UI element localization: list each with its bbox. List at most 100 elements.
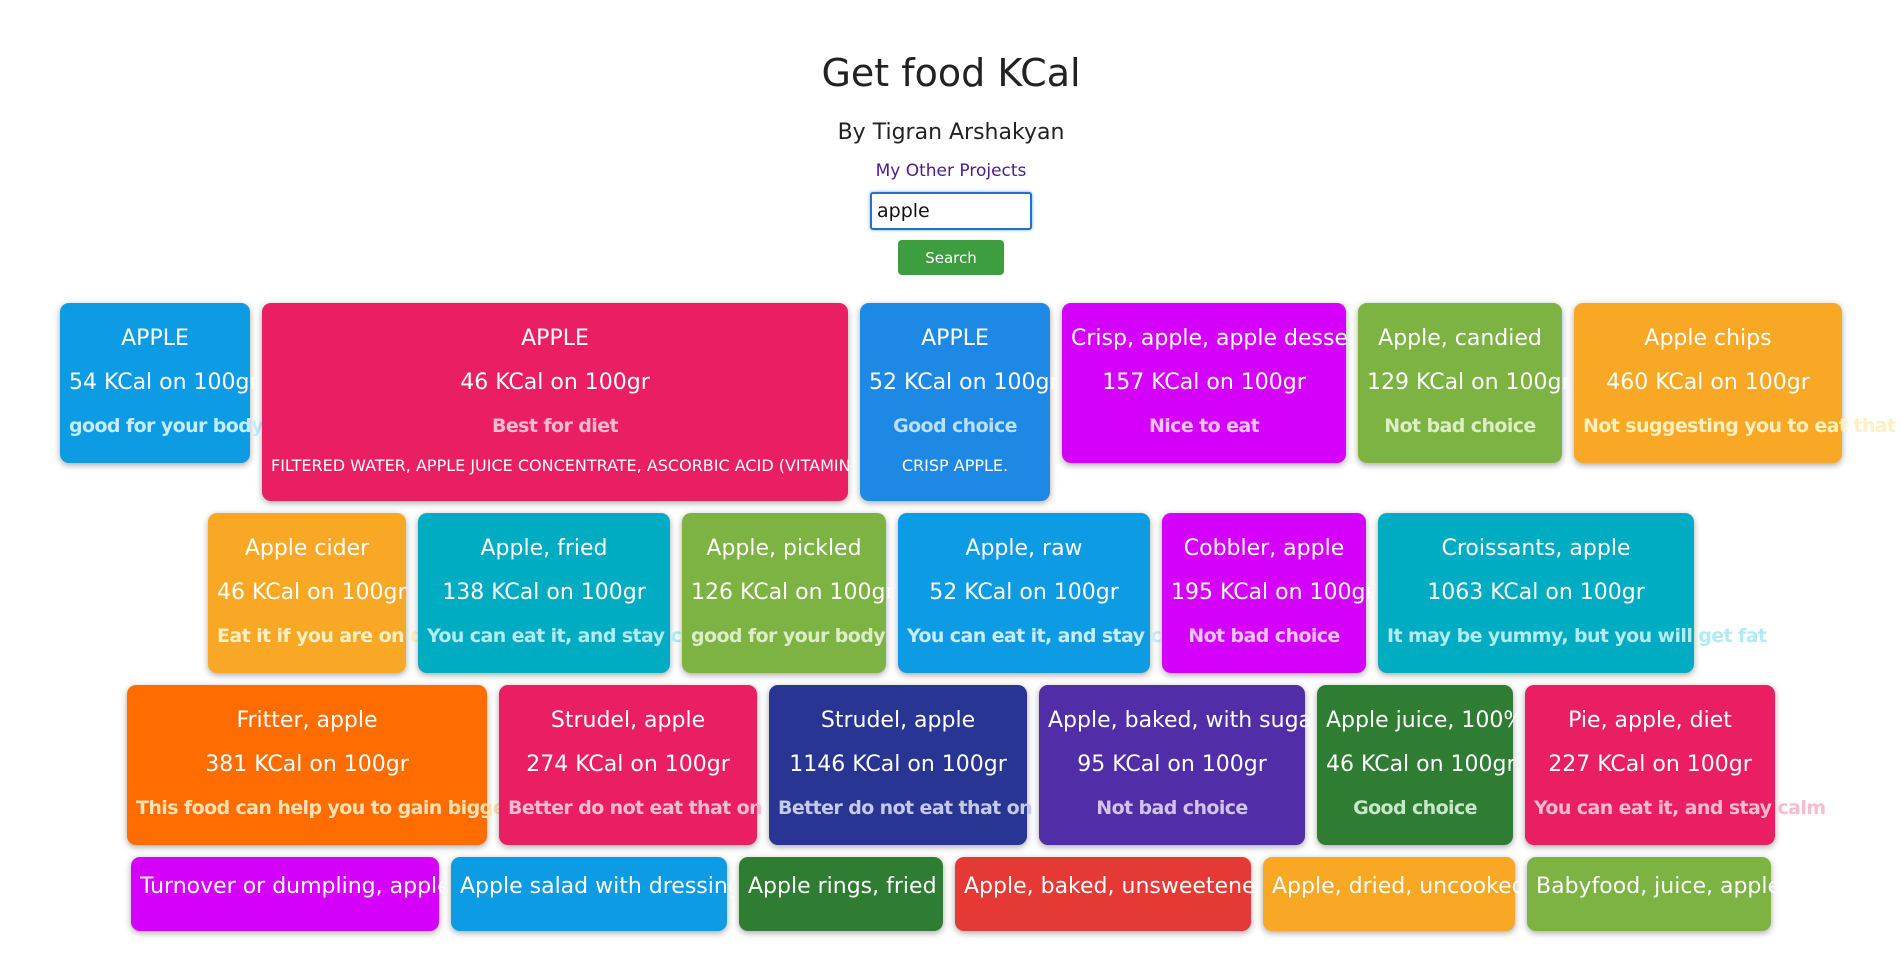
food-kcal: 46 KCal on 100gr [217,580,407,605]
food-kcal: 126 KCal on 100gr [691,580,895,605]
food-name: Turnover or dumpling, apple [140,874,451,899]
food-card[interactable]: Apple chips 460 KCal on 100gr Not suggesti… [1574,303,1896,463]
food-kcal: 381 KCal on 100gr [205,752,409,777]
food-kcal: 46 KCal on 100gr [1326,752,1516,777]
search-wrap [0,192,1902,230]
food-advice: Not bad choice [1384,415,1536,437]
food-card[interactable]: Apple, pickled 126 KCal on 100gr good for … [682,513,895,673]
results-row: Turnover or dumpling, apple Apple salad w… [0,857,1902,931]
food-name: Apple, pickled [706,536,862,561]
food-ingredients: CRISP APPLE. [901,456,1009,475]
food-kcal: 227 KCal on 100gr [1548,752,1752,777]
food-advice: It may be yummy, but you will get fat [1387,625,1767,647]
food-name: Fritter, apple [236,708,378,733]
food-name: APPLE [121,326,189,351]
food-card[interactable]: Croissants, apple 1063 KCal on 100gr It ma… [1378,513,1767,673]
food-name: Apple, dried, uncooked [1272,874,1526,899]
food-card[interactable]: APPLE 52 KCal on 100gr Good choice CRISP AP… [860,303,1059,501]
food-kcal: 52 KCal on 100gr [929,580,1119,605]
page: { "header": { "title": "Get food KCal", … [0,0,1902,956]
food-advice: Better do not eat that on diet [508,797,808,819]
food-name: Babyfood, juice, apple [1536,874,1782,899]
food-kcal: 274 KCal on 100gr [526,752,730,777]
food-name: Apple rings, fried [748,874,937,899]
food-card[interactable]: APPLE 54 KCal on 100gr good for your body [60,303,264,463]
results-row: APPLE 54 KCal on 100gr good for your body A… [0,303,1902,501]
food-name: Croissants, apple [1441,536,1631,561]
food-kcal: 157 KCal on 100gr [1102,370,1306,395]
header: Get food KCal By Tigran Arshakyan My Oth… [0,0,1902,275]
food-kcal: 1063 KCal on 100gr [1427,580,1645,605]
results-grid: APPLE 54 KCal on 100gr good for your body A… [0,303,1902,943]
food-card[interactable]: Fritter, apple 381 KCal on 100gr This food… [127,685,569,845]
food-name: Apple, fried [480,536,608,561]
search-input[interactable] [870,192,1032,230]
food-kcal: 54 KCal on 100gr [69,370,259,395]
food-advice: You can eat it, and stay calm [907,625,1199,647]
food-card[interactable]: APPLE 46 KCal on 100gr Best for diet FILTER… [262,303,879,501]
food-card[interactable]: Pie, apple, diet 227 KCal on 100gr You can… [1525,685,1826,845]
food-name: APPLE [521,326,589,351]
food-advice: Eat it if you are on diet [217,625,450,647]
food-card[interactable]: Apple, baked, unsweetened [955,857,1270,931]
food-name: Apple salad with dressing [460,874,742,899]
food-name: Crisp, apple, apple dessert [1071,326,1366,351]
food-advice: Good choice [1353,797,1477,819]
food-advice: Nice to eat [1148,415,1260,437]
food-name: APPLE [921,326,989,351]
food-card[interactable]: Apple, candied 129 KCal on 100gr Not bad c… [1358,303,1571,463]
food-name: Apple cider [244,536,370,561]
food-card[interactable]: Strudel, apple 274 KCal on 100gr Better do… [499,685,808,845]
food-name: Strudel, apple [820,708,976,733]
food-kcal: 95 KCal on 100gr [1077,752,1267,777]
food-name: Apple, baked, unsweetened [964,874,1270,899]
food-advice: This food can help you to gain bigger be… [136,797,569,819]
food-card[interactable]: Apple, dried, uncooked [1263,857,1526,931]
search-button[interactable]: Search [898,240,1004,275]
food-card[interactable]: Cobbler, apple 195 KCal on 100gr Not bad c… [1162,513,1375,673]
food-card[interactable]: Turnover or dumpling, apple [131,857,451,931]
page-title: Get food KCal [821,51,1081,95]
food-card[interactable]: Babyfood, juice, apple [1527,857,1782,931]
food-advice: Not bad choice [1188,625,1340,647]
food-card[interactable]: Apple cider 46 KCal on 100gr Eat it if you… [208,513,450,673]
food-advice: good for your body [691,625,886,647]
food-name: Strudel, apple [550,708,706,733]
food-kcal: 138 KCal on 100gr [442,580,646,605]
food-name: Apple chips [1644,326,1772,351]
food-kcal: 129 KCal on 100gr [1367,370,1571,395]
food-ingredients: FILTERED WATER, APPLE JUICE CONCENTRATE,… [271,456,879,475]
author-line: By Tigran Arshakyan [837,120,1065,145]
food-card[interactable]: Apple juice, 100% 46 KCal on 100gr Good ch… [1317,685,1525,845]
food-kcal: 46 KCal on 100gr [460,370,650,395]
food-advice: Good choice [893,415,1017,437]
food-advice: Best for diet [492,415,619,437]
food-kcal: 52 KCal on 100gr [869,370,1059,395]
food-card[interactable]: Strudel, apple 1146 KCal on 100gr Better d… [769,685,1078,845]
food-advice: Not bad choice [1096,797,1248,819]
results-row: Fritter, apple 381 KCal on 100gr This food… [0,685,1902,845]
food-name: Apple, candied [1378,326,1542,351]
food-kcal: 1146 KCal on 100gr [789,752,1007,777]
food-card[interactable]: Apple, raw 52 KCal on 100gr You can eat it… [898,513,1199,673]
food-advice: good for your body [69,415,264,437]
results-row: Apple cider 46 KCal on 100gr Eat it if you… [0,513,1902,673]
food-card[interactable]: Crisp, apple, apple dessert 157 KCal on 1… [1062,303,1366,463]
search-button-wrap: Search [0,240,1902,275]
food-name: Cobbler, apple [1183,536,1345,561]
food-advice: You can eat it, and stay calm [1534,797,1826,819]
food-name: Apple juice, 100% [1326,708,1525,733]
food-advice: Better do not eat that on diet [778,797,1078,819]
food-name: Apple, raw [965,536,1083,561]
other-projects-link[interactable]: My Other Projects [876,159,1027,183]
food-name: Apple, baked, with sugar [1048,708,1322,733]
food-name: Pie, apple, diet [1568,708,1732,733]
food-card[interactable]: Apple salad with dressing [451,857,742,931]
food-card[interactable]: Apple, fried 138 KCal on 100gr You can eat… [418,513,719,673]
food-kcal: 460 KCal on 100gr [1606,370,1810,395]
food-advice: You can eat it, and stay calm [427,625,719,647]
food-kcal: 195 KCal on 100gr [1171,580,1375,605]
food-card[interactable]: Apple, baked, with sugar 95 KCal on 100gr… [1039,685,1322,845]
food-advice: Not suggesting you to eat that [1583,415,1896,437]
food-card[interactable]: Apple rings, fried [739,857,943,931]
